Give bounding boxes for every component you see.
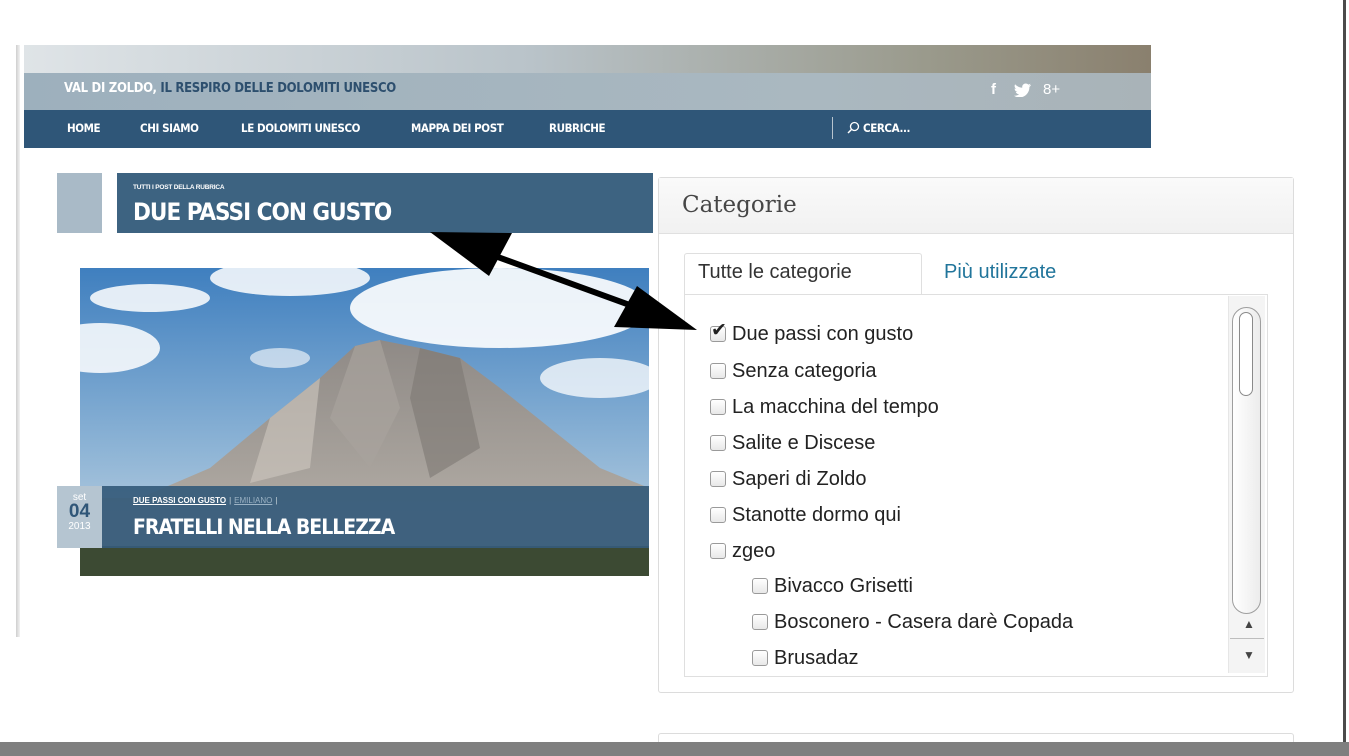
window-bottom-bar bbox=[0, 742, 1349, 756]
annotation-arrow-icon bbox=[430, 232, 697, 330]
